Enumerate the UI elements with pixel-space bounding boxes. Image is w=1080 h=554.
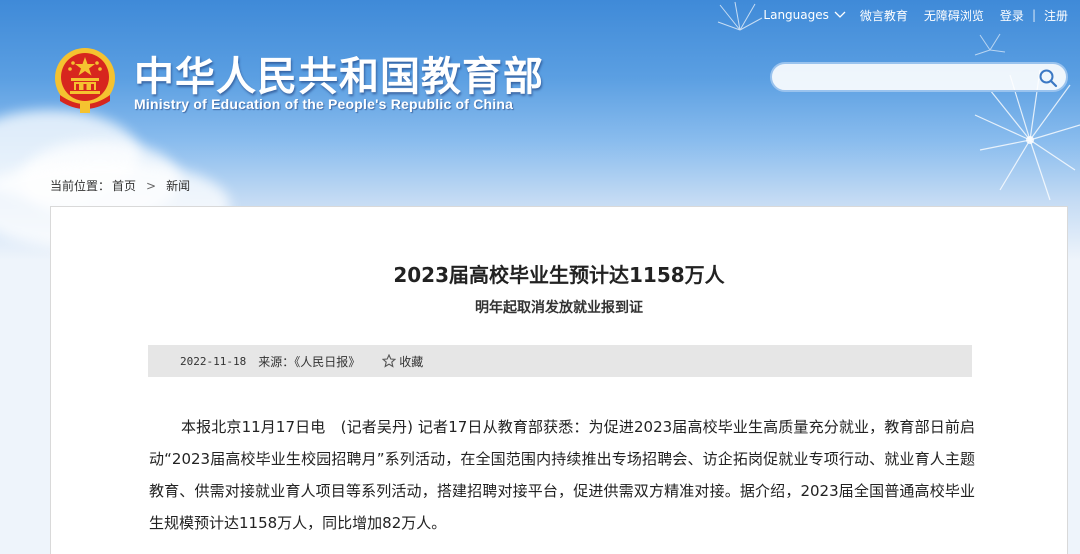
breadcrumb-current[interactable]: 新闻: [166, 177, 190, 194]
breadcrumb-separator: >: [146, 178, 157, 193]
article-source: 来源：《人民日报》: [258, 354, 361, 369]
site-title-cn[interactable]: 中华人民共和国教育部: [134, 44, 544, 102]
favorite-label: 收藏: [399, 354, 424, 369]
breadcrumb: 当前位置： 首页 > 新闻: [50, 177, 190, 194]
chevron-down-icon: [834, 11, 846, 18]
article-meta-bar: 2022-11-18 来源：《人民日报》 收藏: [148, 345, 972, 377]
site-title-en: Ministry of Education of the People's Re…: [134, 96, 514, 112]
search-icon[interactable]: [1038, 68, 1058, 88]
national-emblem-icon[interactable]: [52, 45, 118, 113]
login-link[interactable]: 登录: [1000, 7, 1024, 24]
article-panel: 2023届高校毕业生预计达1158万人 明年起取消发放就业报到证 2022-11…: [50, 206, 1068, 554]
search-box: [770, 62, 1068, 92]
top-links-bar: Languages 微言教育 无障碍浏览 登录 | 注册: [763, 7, 1068, 23]
article-subtitle: 明年起取消发放就业报到证: [475, 300, 643, 316]
weixin-link[interactable]: 微言教育: [860, 7, 908, 24]
article-date: 2022-11-18: [180, 354, 247, 368]
accessible-link[interactable]: 无障碍浏览: [924, 7, 984, 24]
search-input[interactable]: [784, 68, 1034, 88]
article-body: 本报北京11月17日电 (记者吴丹) 记者17日从教育部获悉：为促进2023届高…: [149, 418, 975, 532]
breadcrumb-label: 当前位置：: [50, 179, 111, 193]
languages-label: Languages: [763, 8, 829, 22]
favorite-button[interactable]: 收藏: [382, 353, 423, 370]
article-title: 2023届高校毕业生预计达1158万人: [393, 263, 725, 287]
dandelion-decoration: [974, 33, 1080, 201]
register-link[interactable]: 注册: [1044, 7, 1068, 24]
languages-menu[interactable]: Languages: [763, 8, 846, 22]
star-icon: [382, 354, 397, 368]
link-separator: |: [1031, 8, 1036, 22]
breadcrumb-home-link[interactable]: 首页: [112, 177, 136, 194]
